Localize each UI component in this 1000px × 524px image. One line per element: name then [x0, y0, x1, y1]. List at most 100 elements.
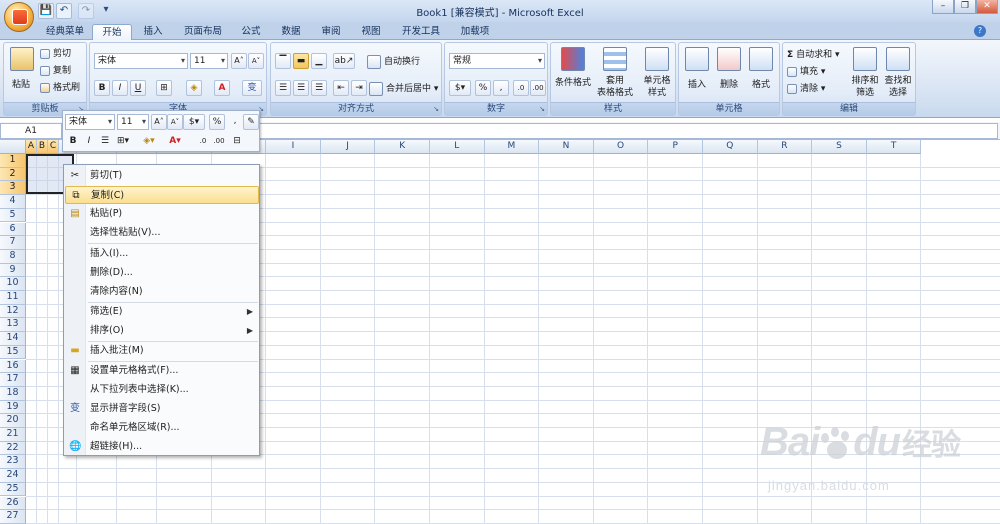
- row-header-19[interactable]: 19: [0, 400, 26, 415]
- insert-cells-button[interactable]: 插入: [681, 45, 713, 101]
- column-header-N[interactable]: N: [539, 140, 594, 154]
- format-cells-button[interactable]: 格式: [745, 45, 777, 101]
- tab-page-layout[interactable]: 页面布局: [176, 24, 230, 40]
- sort-filter-button[interactable]: 排序和 筛选: [849, 45, 881, 101]
- restore-button[interactable]: ❐: [954, 0, 976, 14]
- currency-icon[interactable]: $▾: [449, 80, 471, 96]
- minimize-button[interactable]: –: [932, 0, 954, 14]
- row-header-9[interactable]: 9: [0, 263, 26, 278]
- row-header-21[interactable]: 21: [0, 428, 26, 442]
- align-middle-icon[interactable]: ▬: [293, 53, 309, 69]
- align-center-icon[interactable]: ☰: [293, 80, 309, 96]
- tab-formulas[interactable]: 公式: [234, 24, 268, 40]
- column-header-L[interactable]: L: [430, 140, 485, 154]
- mini-grow-font-icon[interactable]: A˄: [151, 114, 167, 130]
- bold-button[interactable]: B: [94, 80, 110, 96]
- alignment-launcher-icon[interactable]: ↘: [433, 105, 439, 113]
- comma-button[interactable]: ,: [493, 80, 509, 96]
- menu-item-clear-contents[interactable]: 清除内容(N): [65, 283, 259, 301]
- column-header-B[interactable]: B: [37, 140, 48, 154]
- increase-indent-icon[interactable]: ⇥: [351, 80, 367, 96]
- align-bottom-icon[interactable]: ▁: [311, 53, 327, 69]
- menu-item-phonetic[interactable]: 变显示拼音字段(S): [65, 400, 259, 418]
- menu-item-paste-special[interactable]: 选择性粘贴(V)...: [65, 224, 259, 242]
- cut-button[interactable]: 剪切: [40, 46, 71, 59]
- row-header-2[interactable]: 2: [0, 167, 26, 182]
- row-header-17[interactable]: 17: [0, 373, 26, 387]
- help-icon[interactable]: ?: [974, 25, 986, 37]
- select-all-corner[interactable]: [0, 140, 26, 154]
- column-header-J[interactable]: J: [320, 140, 376, 154]
- paste-button[interactable]: 粘贴: [8, 45, 36, 101]
- format-painter-button[interactable]: 格式刷: [40, 80, 80, 93]
- row-header-24[interactable]: 24: [0, 469, 26, 483]
- conditional-format-button[interactable]: 条件格式: [553, 45, 593, 101]
- formula-input[interactable]: [258, 123, 998, 139]
- cell-styles-button[interactable]: 单元格 样式: [637, 45, 677, 101]
- row-header-20[interactable]: 20: [0, 414, 26, 428]
- mini-shrink-font-icon[interactable]: A˅: [167, 114, 183, 130]
- copy-button[interactable]: 复制: [40, 63, 71, 76]
- tab-insert[interactable]: 插入: [136, 24, 170, 40]
- menu-item-insert-comment[interactable]: ▬ 插入批注(M): [65, 342, 259, 360]
- row-header-13[interactable]: 13: [0, 318, 26, 333]
- row-header-1[interactable]: 1: [0, 154, 26, 168]
- mini-increase-decimal-icon[interactable]: .0: [195, 134, 211, 150]
- decrease-indent-icon[interactable]: ⇤: [333, 80, 349, 96]
- decrease-decimal-icon[interactable]: .00: [530, 80, 546, 96]
- row-header-25[interactable]: 25: [0, 482, 26, 497]
- row-header-3[interactable]: 3: [0, 181, 26, 196]
- italic-button[interactable]: I: [112, 80, 128, 96]
- menu-item-filter[interactable]: 筛选(E) ▶: [65, 303, 259, 321]
- row-header-6[interactable]: 6: [0, 222, 26, 237]
- row-header-16[interactable]: 16: [0, 359, 26, 374]
- fill-button[interactable]: 填充 ▾: [787, 64, 825, 77]
- mini-currency-icon[interactable]: $▾: [183, 114, 205, 130]
- menu-item-insert[interactable]: 插入(I)...: [65, 245, 259, 263]
- row-header-22[interactable]: 22: [0, 441, 26, 456]
- menu-item-sort[interactable]: 排序(O) ▶: [65, 322, 259, 340]
- menu-item-format-cells[interactable]: ▦ 设置单元格格式(F)...: [65, 362, 259, 380]
- number-launcher-icon[interactable]: ↘: [539, 105, 545, 113]
- percent-button[interactable]: %: [475, 80, 491, 96]
- align-right-icon[interactable]: ☰: [311, 80, 327, 96]
- mini-bold-button[interactable]: B: [65, 134, 81, 150]
- row-header-27[interactable]: 27: [0, 510, 26, 524]
- mini-percent-button[interactable]: %: [209, 114, 225, 130]
- row-header-15[interactable]: 15: [0, 345, 26, 360]
- menu-item-paste[interactable]: ▤ 粘贴(P): [65, 205, 259, 223]
- tab-home[interactable]: 开始: [92, 24, 132, 40]
- row-header-12[interactable]: 12: [0, 304, 26, 319]
- column-header-C[interactable]: C: [48, 140, 59, 154]
- mini-fill-color-icon[interactable]: ◈▾: [141, 134, 157, 150]
- row-header-4[interactable]: 4: [0, 195, 26, 209]
- menu-item-name-range[interactable]: 命名单元格区域(R)...: [65, 419, 259, 437]
- tab-review[interactable]: 审阅: [314, 24, 348, 40]
- row-header-5[interactable]: 5: [0, 208, 26, 223]
- menu-item-copy[interactable]: ⧉ 复制(C): [65, 186, 259, 204]
- row-header-18[interactable]: 18: [0, 386, 26, 401]
- tab-addins[interactable]: 加载项: [452, 24, 498, 40]
- clear-button[interactable]: 清除 ▾: [787, 81, 825, 94]
- column-header-K[interactable]: K: [375, 140, 430, 154]
- column-header-Q[interactable]: Q: [703, 140, 758, 154]
- row-header-10[interactable]: 10: [0, 277, 26, 291]
- tab-view[interactable]: 视图: [354, 24, 388, 40]
- mini-center-icon[interactable]: ☰: [97, 134, 113, 150]
- grow-font-icon[interactable]: A˄: [231, 53, 247, 69]
- shrink-font-icon[interactable]: A˅: [248, 53, 264, 69]
- column-header-P[interactable]: P: [648, 140, 703, 154]
- orientation-icon[interactable]: ab↗: [333, 53, 355, 69]
- office-button[interactable]: [4, 2, 34, 32]
- mini-borders-icon[interactable]: ⊞▾: [115, 134, 131, 150]
- increase-decimal-icon[interactable]: .0: [513, 80, 529, 96]
- font-name-combo[interactable]: 宋体: [94, 53, 188, 69]
- column-header-O[interactable]: O: [593, 140, 649, 154]
- mini-comma-button[interactable]: ,: [227, 114, 243, 130]
- merge-center-button[interactable]: 合并后居中 ▾: [369, 81, 438, 96]
- font-color-icon[interactable]: A: [214, 80, 230, 96]
- format-as-table-button[interactable]: 套用 表格格式: [595, 45, 635, 101]
- column-header-T[interactable]: T: [866, 140, 922, 154]
- row-header-11[interactable]: 11: [0, 291, 26, 305]
- menu-item-pick-from-list[interactable]: 从下拉列表中选择(K)...: [65, 381, 259, 399]
